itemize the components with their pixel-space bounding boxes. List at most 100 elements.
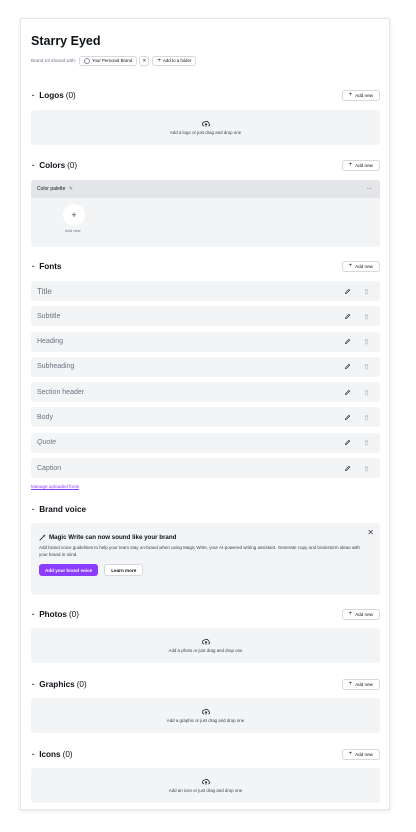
font-row[interactable]: Heading (31, 331, 380, 352)
graphic-dropzone-text: Add a graphic or just drag and drop one (166, 718, 245, 723)
icons-title[interactable]: ⌄ Icons (0) (31, 750, 73, 759)
font-row[interactable]: Subheading (31, 356, 380, 377)
upload-icon (201, 120, 210, 127)
add-to-folder-button[interactable]: + Add to a folder (152, 55, 197, 66)
trash-icon[interactable] (363, 363, 370, 370)
pencil-icon[interactable] (344, 439, 351, 446)
chevron-down-icon: ⌄ (31, 506, 36, 512)
brand-voice-actions: Add your brand voice Learn more (39, 564, 372, 576)
shared-with-label: Brand Kit shared with: (31, 58, 76, 63)
trash-icon[interactable] (363, 414, 370, 421)
close-icon: ✕ (142, 57, 147, 63)
font-list: Title Subtitle Heading Subheading Section he… (31, 281, 380, 479)
trash-icon[interactable] (363, 338, 370, 345)
learn-more-button[interactable]: Learn more (104, 564, 144, 576)
trash-icon[interactable] (363, 313, 370, 320)
brand-voice-title[interactable]: ⌄ Brand voice (31, 505, 86, 514)
manage-fonts-link[interactable]: Manage uploaded fonts (31, 483, 380, 491)
page-title: Starry Eyed (31, 34, 101, 48)
brand-voice-card: ✕ Magic Write can now sound like your br… (31, 523, 380, 595)
graphics-section: ⌄ Graphics (0) + Add new Add a graphic o… (31, 678, 380, 733)
font-row-actions (344, 288, 370, 295)
plus-icon: + (348, 92, 353, 98)
trash-icon[interactable] (363, 439, 370, 446)
font-row[interactable]: Subtitle (31, 306, 380, 327)
photo-dropzone-text: Add a photo or just drag and drop one (168, 648, 243, 653)
close-icon[interactable]: ✕ (367, 528, 374, 537)
font-row-label: Subtitle (37, 312, 61, 320)
logos-title[interactable]: ⌄ Logos (0) (31, 91, 76, 100)
brand-kit-panel: Starry Eyed Brand Kit shared with: Your … (20, 18, 390, 810)
add-photo-button[interactable]: + Add new (341, 608, 380, 620)
font-row-label: Section header (37, 388, 85, 396)
more-options-icon[interactable]: ··· (367, 186, 372, 192)
pencil-icon[interactable] (344, 313, 351, 320)
pencil-icon[interactable] (344, 363, 351, 370)
plus-icon: + (348, 681, 353, 687)
font-row[interactable]: Section header (31, 382, 380, 403)
icon-dropzone[interactable]: Add an icon or just drag and drop one (31, 768, 380, 803)
graphic-dropzone[interactable]: Add a graphic or just drag and drop one (31, 698, 380, 733)
add-brand-voice-button[interactable]: Add your brand voice (39, 564, 99, 576)
trash-icon[interactable] (363, 288, 370, 295)
brand-voice-card-title-text: Magic Write can now sound like your bran… (49, 534, 177, 541)
remove-share-button[interactable]: ✕ (139, 55, 150, 66)
shared-brand-chip[interactable]: Your Personal Brand (78, 55, 138, 66)
font-row[interactable]: Title (31, 281, 380, 301)
logo-dropzone[interactable]: Add a logo or just drag and drop one (31, 110, 380, 145)
pencil-icon: ✎ (68, 186, 73, 192)
graphics-count: (0) (76, 679, 87, 689)
font-row-actions (344, 414, 370, 421)
graphics-header: ⌄ Graphics (0) + Add new (31, 678, 380, 690)
brand-voice-section: ⌄ Brand voice ✕ Magic Write can now soun… (31, 503, 380, 595)
colors-title-text: Colors (39, 160, 66, 170)
add-color-swatch-button[interactable]: + (63, 204, 85, 226)
fonts-title[interactable]: ⌄ Fonts (31, 262, 62, 271)
font-row-actions (344, 363, 370, 370)
add-icon-button[interactable]: + Add new (341, 748, 380, 760)
add-color-button[interactable]: + Add new (341, 159, 380, 171)
chevron-down-icon: ⌄ (31, 611, 36, 617)
add-color-swatch-label: Add new (65, 228, 81, 233)
font-row-label: Quote (37, 439, 57, 447)
icons-header: ⌄ Icons (0) + Add new (31, 748, 380, 760)
font-row-label: Caption (37, 464, 62, 472)
photos-header: ⌄ Photos (0) + Add new (31, 608, 380, 620)
color-palette-title[interactable]: Color palette ✎ (37, 186, 73, 192)
photos-title-text: Photos (39, 609, 67, 619)
fonts-section: ⌄ Fonts + Add new Title Subtitle Heading Su… (31, 260, 380, 491)
fonts-title-text: Fonts (39, 261, 62, 271)
add-font-button[interactable]: + Add new (341, 260, 380, 272)
brand-voice-header: ⌄ Brand voice (31, 503, 380, 515)
font-row[interactable]: Caption (31, 458, 380, 479)
logo-dropzone-text: Add a logo or just drag and drop one (169, 130, 242, 135)
graphics-title[interactable]: ⌄ Graphics (0) (31, 680, 87, 689)
graphics-title-text: Graphics (39, 679, 75, 689)
pencil-icon[interactable] (344, 288, 351, 295)
trash-icon[interactable] (363, 465, 370, 472)
trash-icon[interactable] (363, 389, 370, 396)
add-graphic-button[interactable]: + Add new (341, 678, 380, 690)
pencil-icon[interactable] (344, 414, 351, 421)
icon-dropzone-text: Add an icon or just drag and drop one (168, 788, 243, 793)
font-row[interactable]: Quote (31, 432, 380, 453)
add-font-label: Add new (355, 263, 373, 269)
colors-title[interactable]: ⌄ Colors (0) (31, 161, 77, 170)
pencil-icon[interactable] (344, 338, 351, 345)
font-row-label: Heading (37, 338, 64, 346)
photos-count: (0) (68, 609, 79, 619)
font-row-label: Title (37, 286, 52, 296)
add-logo-button[interactable]: + Add new (341, 89, 380, 101)
shared-with-row: Brand Kit shared with: Your Personal Bra… (31, 55, 380, 66)
shared-brand-label: Your Personal Brand (91, 58, 133, 63)
photos-title[interactable]: ⌄ Photos (0) (31, 610, 79, 619)
pencil-icon[interactable] (344, 389, 351, 396)
icons-section: ⌄ Icons (0) + Add new Add an icon or jus… (31, 748, 380, 803)
chevron-down-icon: ⌄ (31, 681, 36, 687)
pencil-icon[interactable] (344, 465, 351, 472)
photo-dropzone[interactable]: Add a photo or just drag and drop one (31, 628, 380, 663)
add-photo-label: Add new (355, 611, 373, 617)
plus-icon: + (348, 751, 353, 757)
add-graphic-label: Add new (355, 681, 373, 687)
font-row[interactable]: Body (31, 407, 380, 428)
